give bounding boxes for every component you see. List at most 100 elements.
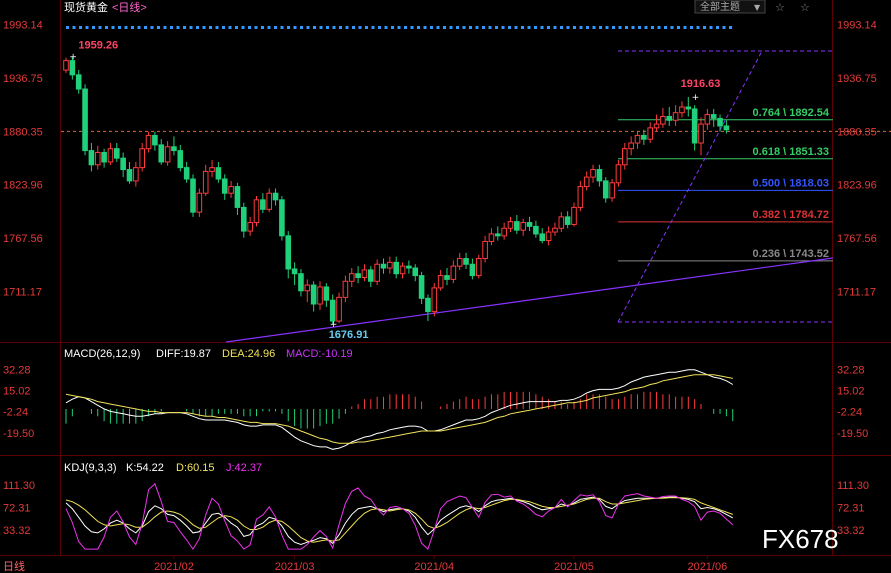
kdj-tick-left: 33.32 <box>3 525 31 537</box>
candle-body <box>488 233 495 243</box>
signal-dot <box>553 26 557 29</box>
kdj-tick-left: 111.30 <box>3 480 35 492</box>
price-tick-right: 1936.75 <box>837 73 877 85</box>
price-tick-right: 1711.17 <box>837 287 876 299</box>
candle-body <box>710 114 717 119</box>
signal-dot <box>105 26 108 29</box>
signal-dot <box>280 26 284 29</box>
candle-body <box>190 178 196 213</box>
signal-dot <box>345 26 349 29</box>
date-label: 2021/06 <box>687 561 727 573</box>
candle-body <box>463 258 469 265</box>
macd-tick-right: -19.50 <box>837 428 868 440</box>
macd-tick-left: -19.50 <box>3 428 34 440</box>
kdj-d-label: D:60.15 <box>176 462 215 474</box>
candle-body <box>323 286 330 301</box>
signal-dot <box>722 26 726 29</box>
signal-dot <box>579 26 583 29</box>
candle-body <box>495 233 501 237</box>
price-tick-right: 1993.14 <box>837 19 877 31</box>
signal-dot <box>703 26 706 29</box>
candle-body <box>545 231 552 242</box>
fib-level-label: 0.764 \ 1892.54 <box>753 107 830 119</box>
candle-body <box>691 108 698 144</box>
candle-body <box>501 227 507 237</box>
fx678-watermark: FX678 <box>762 524 839 554</box>
signal-dot <box>462 26 466 29</box>
signal-dot <box>313 26 316 29</box>
candle-body <box>431 287 438 313</box>
date-label: 2021/03 <box>275 561 315 573</box>
date-label: 2021/02 <box>154 561 194 573</box>
signal-dot <box>267 26 271 29</box>
signal-dot <box>287 26 290 29</box>
fib-level-label: 0.382 \ 1784.72 <box>753 209 829 221</box>
signal-dot <box>378 26 381 29</box>
signal-dot <box>248 26 251 29</box>
star-icon[interactable]: ☆ <box>775 1 785 14</box>
chevron-down-icon: ▼ <box>754 3 761 12</box>
candle-body <box>94 151 101 166</box>
date-label: 2021/05 <box>554 561 594 573</box>
candle-body <box>202 170 209 194</box>
candle-body <box>196 192 203 213</box>
kdj-tick-right: 72.31 <box>837 502 865 514</box>
signal-dot <box>527 26 531 29</box>
candle-body <box>571 206 577 225</box>
chart-background <box>0 0 891 573</box>
signal-dot <box>183 26 186 29</box>
price-tick-left: 1880.35 <box>3 126 43 138</box>
candle-body <box>666 115 673 121</box>
candle-body <box>552 227 558 233</box>
signal-dot <box>436 26 440 29</box>
signal-dot <box>690 26 693 29</box>
candle-body <box>234 186 241 208</box>
period-link[interactable]: <日线> <box>112 0 147 14</box>
period-selector[interactable]: 日线 <box>3 559 25 573</box>
star-icon[interactable]: ☆ <box>800 1 810 14</box>
candle-body <box>152 134 158 146</box>
signal-dot <box>131 26 134 29</box>
signal-dot <box>196 26 199 29</box>
signal-dot <box>729 26 732 29</box>
candle-body <box>361 269 368 278</box>
candle-body <box>228 186 234 194</box>
candle-body <box>342 280 349 298</box>
fib-level-label: 0.236 \ 1743.52 <box>753 248 829 260</box>
signal-dot <box>79 26 82 29</box>
candle-body <box>145 134 152 150</box>
signal-dot <box>514 26 518 29</box>
candle-body <box>260 199 266 210</box>
date-label: 2021/04 <box>414 561 454 573</box>
signal-dot <box>534 26 537 29</box>
signal-dot <box>163 26 167 29</box>
candle-body <box>368 269 374 282</box>
signal-dot <box>573 26 576 29</box>
price-tick-left: 1767.56 <box>3 233 43 245</box>
signal-dot <box>209 26 212 29</box>
signal-dot <box>66 26 69 29</box>
signal-dot <box>716 26 719 29</box>
signal-dot <box>670 26 674 29</box>
kdj-label: KDJ(9,3,3) <box>64 462 117 474</box>
price-tick-right: 1767.56 <box>837 233 877 245</box>
signal-dot <box>261 26 264 29</box>
fib-level-label: 0.500 \ 1818.03 <box>753 177 829 189</box>
signal-dot <box>157 26 160 29</box>
macd-tick-right: -2.24 <box>837 407 862 419</box>
candle-body <box>406 265 412 269</box>
candle-body <box>63 60 69 71</box>
signal-dot <box>124 26 128 29</box>
signal-dot <box>612 26 615 29</box>
signal-dot <box>170 26 173 29</box>
signal-dot <box>92 26 95 29</box>
signal-dot <box>254 26 258 29</box>
candle-body <box>418 275 425 299</box>
candle-body <box>520 222 527 231</box>
signal-dot <box>449 26 453 29</box>
candle-body <box>399 265 406 275</box>
kdj-tick-left: 72.31 <box>3 502 31 514</box>
signal-dot <box>365 26 368 29</box>
candle-body <box>609 182 615 199</box>
gold-daily-chart[interactable]: 现货黄金 <日线> 全部主题 ▼ ☆ ☆ 1993.14 1993.14 1936.… <box>0 0 891 573</box>
